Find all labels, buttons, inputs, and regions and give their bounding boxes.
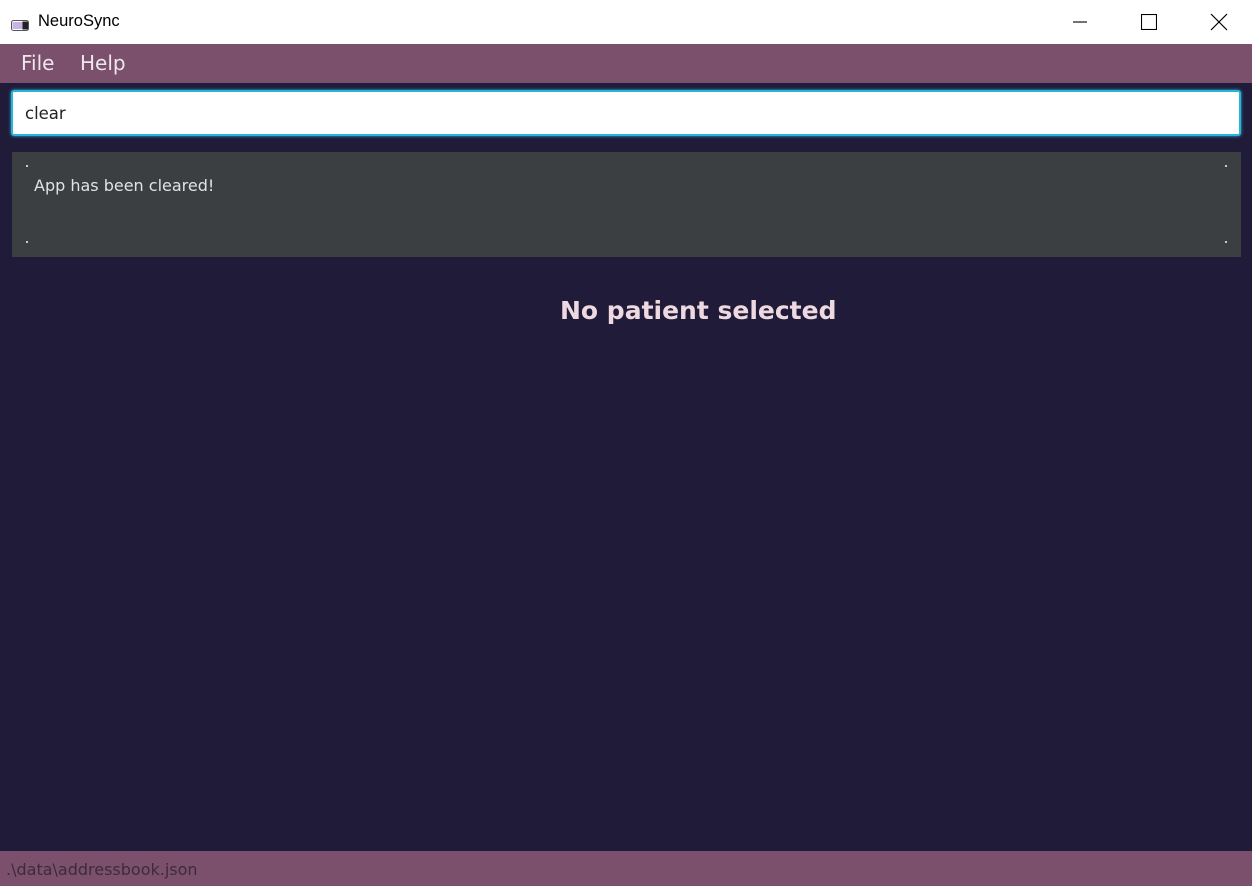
maximize-button[interactable] <box>1114 0 1184 44</box>
patient-detail-panel: No patient selected <box>0 296 1252 336</box>
pill-icon <box>11 16 29 31</box>
result-corner-dot <box>1225 165 1227 167</box>
title-bar: NeuroSync <box>0 0 1252 44</box>
result-corner-dot <box>26 165 28 167</box>
minimize-icon <box>1073 21 1087 23</box>
menu-file[interactable]: File <box>21 51 54 75</box>
menu-help[interactable]: Help <box>80 51 126 75</box>
window-title: NeuroSync <box>38 12 120 30</box>
maximize-icon <box>1141 14 1157 30</box>
result-corner-dot <box>1225 241 1227 243</box>
close-button[interactable] <box>1184 0 1252 44</box>
result-display: App has been cleared! <box>12 152 1241 257</box>
no-patient-placeholder: No patient selected <box>560 296 837 325</box>
close-icon <box>1210 13 1228 31</box>
menu-bar: File Help <box>0 44 1252 83</box>
result-message: App has been cleared! <box>34 176 215 195</box>
command-input[interactable] <box>25 101 1215 125</box>
save-file-path: .\data\addressbook.json <box>6 860 198 879</box>
minimize-button[interactable] <box>1045 0 1115 44</box>
result-corner-dot <box>26 241 28 243</box>
command-box <box>11 90 1241 136</box>
status-bar: .\data\addressbook.json <box>0 851 1252 886</box>
